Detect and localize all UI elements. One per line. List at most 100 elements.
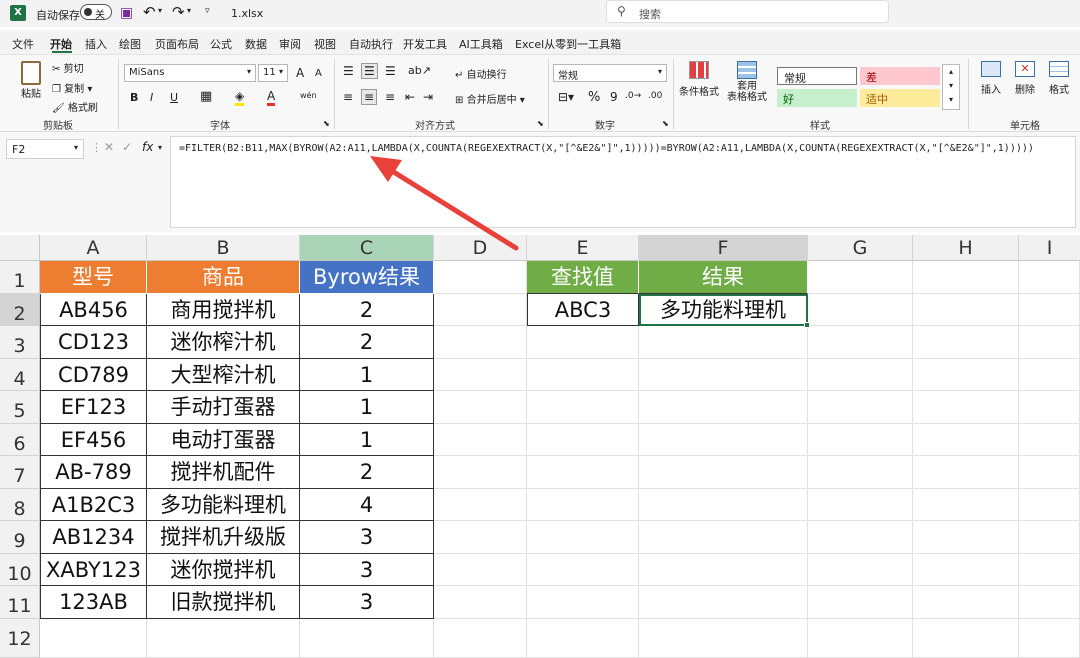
tab-data[interactable]: 数据 — [245, 36, 267, 52]
grid-cell[interactable] — [913, 586, 1019, 619]
grid-cell[interactable] — [1019, 586, 1080, 619]
autosave-toggle[interactable]: 关 — [80, 4, 112, 21]
table-cell[interactable]: XABY123 — [40, 553, 147, 586]
align-top-icon[interactable]: ☰ — [343, 64, 354, 78]
grid-cell[interactable] — [913, 456, 1019, 489]
table-cell[interactable]: 1 — [300, 423, 434, 456]
indent-decrease-icon[interactable]: ⇤ — [405, 90, 415, 104]
undo-icon[interactable]: ↶ — [143, 3, 156, 21]
grid-cell[interactable] — [808, 618, 913, 658]
lookup-header-cell[interactable]: 查找值 — [527, 261, 639, 294]
wrap-text-button[interactable]: ↵ 自动换行 — [455, 66, 507, 81]
column-header-i[interactable]: I — [1019, 235, 1080, 261]
style-neutral[interactable]: 适中 — [860, 89, 940, 107]
column-header-d[interactable]: D — [434, 235, 527, 261]
grid-cell[interactable] — [434, 391, 527, 424]
table-cell[interactable]: A1B2C3 — [40, 488, 147, 521]
column-header-h[interactable]: H — [913, 235, 1019, 261]
table-cell[interactable]: 2 — [300, 326, 434, 359]
grid-cell[interactable] — [1019, 456, 1080, 489]
grid-cell[interactable] — [913, 423, 1019, 456]
percent-button[interactable]: % — [588, 90, 600, 105]
grid-cell[interactable] — [527, 456, 639, 489]
table-cell[interactable]: 123AB — [40, 586, 147, 619]
align-middle-icon[interactable]: ☰ — [361, 63, 378, 79]
align-right-icon[interactable]: ≡ — [385, 90, 395, 104]
copy-button[interactable]: ❐ 复制 ▾ — [52, 80, 92, 95]
tab-draw[interactable]: 绘图 — [119, 36, 141, 52]
column-header-c[interactable]: C — [300, 235, 434, 261]
grid-cell[interactable] — [1019, 618, 1080, 658]
grid-cell[interactable] — [527, 391, 639, 424]
insert-function-button[interactable]: fx — [142, 140, 153, 154]
grid-cell[interactable] — [913, 261, 1019, 294]
table-cell[interactable]: EF123 — [40, 391, 147, 424]
grid-cell[interactable] — [808, 261, 913, 294]
increase-decimal-icon[interactable]: .0→ — [625, 91, 641, 101]
indent-increase-icon[interactable]: ⇥ — [423, 90, 433, 104]
borders-icon[interactable]: ▦ — [200, 89, 212, 104]
table-cell[interactable]: 电动打蛋器 — [147, 423, 300, 456]
grid-cell[interactable] — [639, 521, 808, 554]
grid-cell[interactable] — [808, 391, 913, 424]
format-as-table-button[interactable]: 套用 表格格式 — [722, 61, 772, 103]
active-cell-f2[interactable]: 多功能料理机 — [639, 293, 808, 326]
row-header[interactable]: 7 — [0, 456, 40, 489]
bold-button[interactable]: B — [130, 91, 138, 104]
grid-cell[interactable] — [527, 358, 639, 391]
font-name-select[interactable]: MiSans ▾ — [124, 64, 256, 82]
grid-cell[interactable] — [1019, 521, 1080, 554]
grid-cell[interactable] — [1019, 423, 1080, 456]
grid-cell[interactable] — [913, 326, 1019, 359]
number-dialog-launcher-icon[interactable]: ⬊ — [662, 119, 669, 128]
paste-button[interactable]: 粘贴 — [14, 59, 48, 111]
grid-cell[interactable] — [1019, 326, 1080, 359]
font-color-button[interactable]: A — [267, 89, 276, 106]
tab-review[interactable]: 审阅 — [279, 36, 301, 52]
grid-cell[interactable] — [639, 488, 808, 521]
grid-cell[interactable] — [808, 358, 913, 391]
row-header[interactable]: 2 — [0, 293, 40, 326]
font-size-select[interactable]: 11 ▾ — [258, 64, 288, 82]
grid-cell[interactable] — [639, 423, 808, 456]
table-cell[interactable]: 1 — [300, 391, 434, 424]
row-header[interactable]: 11 — [0, 586, 40, 619]
cancel-icon[interactable]: ✕ — [104, 140, 114, 154]
grid-cell[interactable] — [1019, 261, 1080, 294]
redo-dropdown-icon[interactable]: ▾ — [187, 6, 191, 15]
table-cell[interactable]: 1 — [300, 358, 434, 391]
insert-cells-button[interactable]: 插入 — [976, 61, 1006, 96]
cut-button[interactable]: ✂ 剪切 — [52, 60, 84, 75]
shrink-font-button[interactable]: A — [315, 68, 322, 79]
grid-cell[interactable] — [434, 358, 527, 391]
grid-cell[interactable] — [639, 456, 808, 489]
lookup-header-cell[interactable]: 结果 — [639, 261, 808, 294]
format-painter-button[interactable]: 🖌 格式刷 — [52, 99, 98, 114]
orientation-icon[interactable]: ab↗ — [408, 64, 431, 77]
grid-cell[interactable] — [639, 391, 808, 424]
grid-cell[interactable] — [527, 521, 639, 554]
grid-cell[interactable] — [808, 326, 913, 359]
undo-dropdown-icon[interactable]: ▾ — [158, 6, 162, 15]
grid-cell[interactable] — [40, 618, 147, 658]
grid-cell[interactable] — [434, 618, 527, 658]
tab-insert[interactable]: 插入 — [85, 36, 107, 52]
row-header[interactable]: 3 — [0, 326, 40, 359]
lookup-value-cell[interactable]: ABC3 — [527, 293, 639, 326]
grid-cell[interactable] — [913, 488, 1019, 521]
table-cell[interactable]: 大型榨汁机 — [147, 358, 300, 391]
table-cell[interactable]: 迷你搅拌机 — [147, 553, 300, 586]
column-header-b[interactable]: B — [147, 235, 300, 261]
decrease-decimal-icon[interactable]: .00 — [648, 91, 662, 101]
phonetic-button[interactable]: wén — [300, 91, 317, 100]
grid-cell[interactable] — [808, 521, 913, 554]
grid-cell[interactable] — [808, 553, 913, 586]
grid-cell[interactable] — [808, 488, 913, 521]
grid-cell[interactable] — [913, 358, 1019, 391]
grid-cell[interactable] — [434, 261, 527, 294]
worksheet-grid[interactable]: A B C D E F G H I 1 型号 商品 Byrow结果 查找值 结果 2 AB45… — [0, 235, 1080, 658]
table-header-cell[interactable]: Byrow结果 — [300, 261, 434, 294]
tab-ai-toolbox[interactable]: AI工具箱 — [459, 36, 503, 52]
table-cell[interactable]: CD789 — [40, 358, 147, 391]
table-cell[interactable]: 搅拌机配件 — [147, 456, 300, 489]
